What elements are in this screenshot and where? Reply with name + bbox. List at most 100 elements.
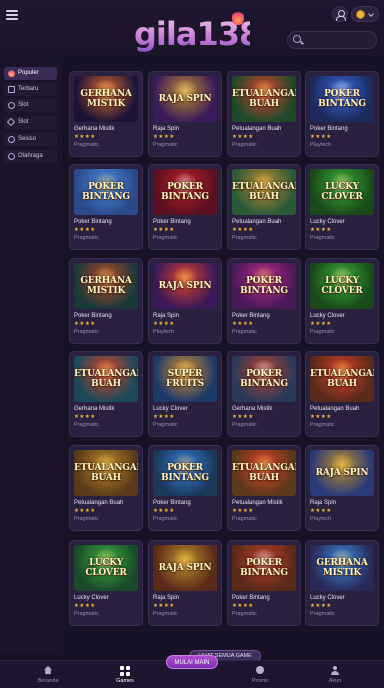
game-card[interactable]: LUCKY CLOVER Lucky Clover ★★★★ Pragmatic	[69, 540, 143, 626]
game-provider: Pragmatic	[74, 422, 99, 428]
game-art-title: POKER BINTANG	[240, 558, 288, 578]
game-name: Raja Spin	[153, 595, 180, 601]
game-art-title: PETUALANGAN BUAH	[232, 89, 296, 109]
game-card[interactable]: POKER BINTANG Poker Bintang ★★★★ Pragmatic	[148, 164, 222, 250]
game-card[interactable]: SUPER FRUITS Lucky Clover ★★★★ Pragmatic	[148, 351, 222, 437]
game-card[interactable]: POKER BINTANG Poker Bintang ★★★★ Pragmatic	[69, 164, 143, 250]
game-name: Petualangan Buah	[232, 219, 282, 225]
coin-icon	[356, 10, 365, 19]
game-thumbnail: POKER BINTANG	[74, 169, 138, 215]
game-thumbnail: GERHANA MISTIK	[310, 545, 374, 591]
nav-games[interactable]: Games	[95, 661, 155, 688]
game-card[interactable]: PETUALANGAN BUAH Petualangan Buah ★★★★ Prag…	[227, 164, 301, 250]
nav-label: Beranda	[37, 678, 59, 684]
game-art-title: LUCKY CLOVER	[321, 182, 363, 202]
game-provider: Pragmatic	[232, 142, 257, 148]
game-rating-stars: ★★★★	[310, 414, 332, 420]
game-rating-stars: ★★★★	[232, 508, 254, 514]
sidebar-item-populer[interactable]: Populer	[4, 67, 57, 80]
game-provider: Pragmatic	[310, 235, 335, 241]
game-provider: Pragmatic	[153, 235, 178, 241]
game-card[interactable]: POKER BINTANG Poker Bintang ★★★★ Pragmatic	[227, 258, 301, 344]
game-thumbnail: GERHANA MISTIK	[74, 76, 138, 122]
wallet-button[interactable]	[351, 6, 379, 22]
game-card[interactable]: POKER BINTANG Poker Bintang ★★★★ Playtech	[305, 71, 379, 157]
sidebar-item-label: Slot	[18, 119, 29, 125]
game-card[interactable]: POKER BINTANG Poker Bintang ★★★★ Pragmatic	[227, 540, 301, 626]
game-card[interactable]: PETUALANGAN BUAH Petualangan Buah ★★★★ Prag…	[69, 445, 143, 531]
star-icon	[6, 117, 16, 127]
game-card[interactable]: LUCKY CLOVER Lucky Clover ★★★★ Pragmatic	[305, 258, 379, 344]
game-name: Gerhana Mistik	[74, 406, 115, 412]
game-card[interactable]: GERHANA MISTIK Lucky Clover ★★★★ Pragmatic	[305, 540, 379, 626]
game-card[interactable]: PETUALANGAN BUAH Petualangan Buah ★★★★ Prag…	[305, 351, 379, 437]
sidebar-item-label: Olahraga	[18, 153, 43, 159]
game-thumbnail: LUCKY CLOVER	[310, 263, 374, 309]
game-art-title: PETUALANGAN BUAH	[310, 369, 374, 389]
game-card[interactable]: PETUALANGAN BUAH Petualangan Buah ★★★★ Prag…	[227, 71, 301, 157]
game-card[interactable]: POKER BINTANG Poker Bintang ★★★★ Pragmatic	[148, 445, 222, 531]
game-provider: Pragmatic	[74, 235, 99, 241]
game-provider: Pragmatic	[310, 422, 335, 428]
game-thumbnail: LUCKY CLOVER	[310, 169, 374, 215]
game-name: Raja Spin	[153, 313, 180, 319]
game-card[interactable]: LUCKY CLOVER Lucky Clover ★★★★ Pragmatic	[305, 164, 379, 250]
game-card[interactable]: RAJA SPIN Raja Spin ★★★★ Pragmatic	[148, 540, 222, 626]
game-card[interactable]: RAJA SPIN Raja Spin ★★★★ Playtech	[148, 258, 222, 344]
category-sidebar: Populer Terbaru Slot Slot Sesiso Olahrag…	[0, 62, 62, 652]
game-name: Lucky Clover	[310, 219, 345, 225]
game-card[interactable]: RAJA SPIN Raja Spin ★★★★ Pragmatic	[148, 71, 222, 157]
game-thumbnail: POKER BINTANG	[232, 263, 296, 309]
game-provider: Pragmatic	[232, 611, 257, 617]
game-name: Raja Spin	[310, 500, 337, 506]
game-name: Lucky Clover	[310, 595, 345, 601]
game-rating-stars: ★★★★	[232, 603, 254, 609]
play-now-button[interactable]: MULAI MAIN	[166, 655, 218, 669]
game-thumbnail: POKER BINTANG	[310, 76, 374, 122]
game-rating-stars: ★★★★	[153, 134, 175, 140]
game-card[interactable]: POKER BINTANG Gerhana Mistik ★★★★ Pragmatic	[227, 351, 301, 437]
sidebar-item-olahraga[interactable]: Olahraga	[4, 150, 57, 163]
game-thumbnail: PETUALANGAN BUAH	[74, 450, 138, 496]
game-rating-stars: ★★★★	[153, 508, 175, 514]
game-provider: Pragmatic	[153, 611, 178, 617]
game-thumbnail: POKER BINTANG	[153, 450, 217, 496]
nav-akun[interactable]: Akun	[305, 661, 365, 688]
game-card[interactable]: RAJA SPIN Raja Spin ★★★★ Playtech	[305, 445, 379, 531]
game-provider: Pragmatic	[153, 422, 178, 428]
game-provider: Pragmatic	[74, 611, 99, 617]
game-provider: Pragmatic	[232, 235, 257, 241]
game-rating-stars: ★★★★	[74, 321, 96, 327]
sidebar-item-terbaru[interactable]: Terbaru	[4, 83, 57, 96]
sidebar-item-label: Populer	[18, 70, 39, 76]
game-rating-stars: ★★★★	[74, 414, 96, 420]
game-name: Gerhana Mistik	[232, 406, 273, 412]
game-provider: Pragmatic	[232, 329, 257, 335]
search-icon	[293, 35, 301, 43]
game-art-title: PETUALANGAN BUAH	[74, 369, 138, 389]
nav-beranda[interactable]: Beranda	[18, 661, 78, 688]
nav-label: Games	[116, 678, 134, 684]
sidebar-item-slot-2[interactable]: Slot	[4, 116, 57, 129]
game-rating-stars: ★★★★	[232, 414, 254, 420]
game-name: Gerhana Mistik	[74, 126, 115, 132]
game-art-title: PETUALANGAN BUAH	[232, 182, 296, 202]
game-card[interactable]: GERHANA MISTIK Poker Bintang ★★★★ Pragmatic	[69, 258, 143, 344]
game-rating-stars: ★★★★	[74, 603, 96, 609]
game-thumbnail: POKER BINTANG	[153, 169, 217, 215]
sidebar-item-slot[interactable]: Slot	[4, 99, 57, 112]
nav-promo[interactable]: Promo	[230, 661, 290, 688]
slot-icon	[8, 102, 15, 109]
game-rating-stars: ★★★★	[153, 414, 175, 420]
game-card[interactable]: PETUALANGAN BUAH Petualangan Mistik ★★★★ Pr…	[227, 445, 301, 531]
flame-icon	[8, 70, 15, 77]
game-name: Poker Bintang	[153, 500, 191, 506]
game-card[interactable]: PETUALANGAN BUAH Gerhana Mistik ★★★★ Pragma…	[69, 351, 143, 437]
sidebar-item-sesiso[interactable]: Sesiso	[4, 133, 57, 146]
app-header: gila138	[0, 0, 384, 58]
game-provider: Pragmatic	[74, 142, 99, 148]
game-rating-stars: ★★★★	[310, 508, 332, 514]
game-card[interactable]: GERHANA MISTIK Gerhana Mistik ★★★★ Pragmati…	[69, 71, 143, 157]
menu-icon[interactable]	[6, 10, 18, 20]
user-profile-button[interactable]	[332, 6, 348, 22]
